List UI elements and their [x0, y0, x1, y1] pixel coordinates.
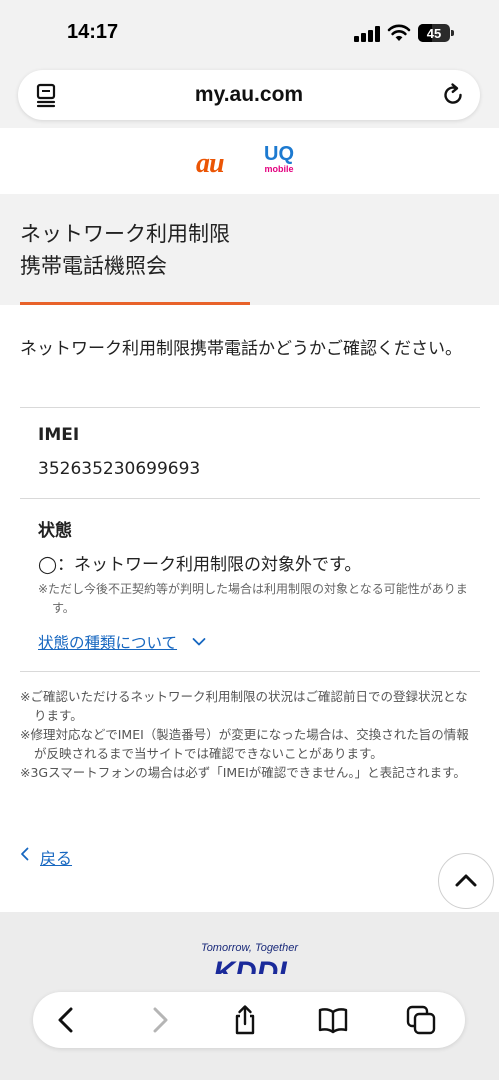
uq-mobile-logo[interactable]: UQ mobile: [262, 144, 296, 174]
status-bar: 14:17 45: [0, 0, 499, 66]
battery-level: 45: [426, 25, 442, 41]
status-types-link[interactable]: 状態の種類について: [38, 631, 177, 653]
wifi-icon: [387, 24, 411, 41]
kddi-logo-text: KDDI: [213, 958, 287, 974]
battery-icon: 45: [418, 24, 454, 42]
status-time: 14:17: [67, 21, 119, 43]
tabs-icon[interactable]: [405, 1004, 437, 1036]
notes-list: ※ご確認いただけるネットワーク利用制限の状況はご確認前日での登録状況となります。…: [20, 687, 480, 782]
footer-tagline: Tomorrow, Together: [200, 942, 299, 954]
cellular-signal-icon: [354, 26, 380, 42]
reload-icon[interactable]: [440, 82, 466, 108]
back-arrow-icon[interactable]: [51, 1004, 83, 1036]
page-title: ネットワーク利用制限 携帯電話機照会: [20, 222, 230, 278]
brand-header: au UQ mobile: [0, 128, 499, 194]
divider: [20, 671, 480, 672]
main-content: ネットワーク利用制限携帯電話かどうかご確認ください。 IMEI 35263523…: [0, 305, 499, 912]
url-text[interactable]: my.au.com: [18, 83, 480, 107]
browser-toolbar: [33, 992, 465, 1048]
chevron-up-icon: [455, 874, 477, 887]
intro-text: ネットワーク利用制限携帯電話かどうかご確認ください。: [20, 339, 462, 359]
note-item: ※修理対応などでIMEI（製造番号）が変更になった場合は、交換された旨の情報が反…: [20, 727, 469, 761]
back-link[interactable]: 戻る: [40, 845, 72, 869]
imei-value: 352635230699693: [38, 459, 201, 479]
note-item: ※ご確認いただけるネットワーク利用制限の状況はご確認前日での登録状況となります。: [20, 689, 468, 723]
forward-arrow-icon[interactable]: [143, 1004, 175, 1036]
address-bar[interactable]: my.au.com: [18, 70, 480, 120]
page-title-section: ネットワーク利用制限 携帯電話機照会: [0, 194, 499, 305]
au-logo[interactable]: au: [196, 148, 225, 180]
status-value: ◯：ネットワーク利用制限の対象外です。: [38, 555, 362, 575]
imei-label: IMEI: [38, 425, 80, 445]
kddi-logo[interactable]: KDDI: [203, 958, 298, 974]
share-icon[interactable]: [229, 1004, 261, 1036]
status-note: ※ただし今後不正契約等が判明した場合は利用制限の対象となる可能性があります。: [38, 582, 468, 615]
divider: [20, 407, 480, 408]
scroll-to-top-button[interactable]: [438, 853, 494, 909]
chevron-left-icon[interactable]: [20, 847, 30, 861]
status-label: 状態: [38, 521, 72, 541]
divider: [20, 498, 480, 499]
chevron-down-icon[interactable]: [192, 637, 206, 647]
bookmarks-icon[interactable]: [317, 1004, 349, 1036]
note-item: ※3Gスマートフォンの場合は必ず「IMEIが確認できません。」と表記されます。: [20, 765, 466, 780]
